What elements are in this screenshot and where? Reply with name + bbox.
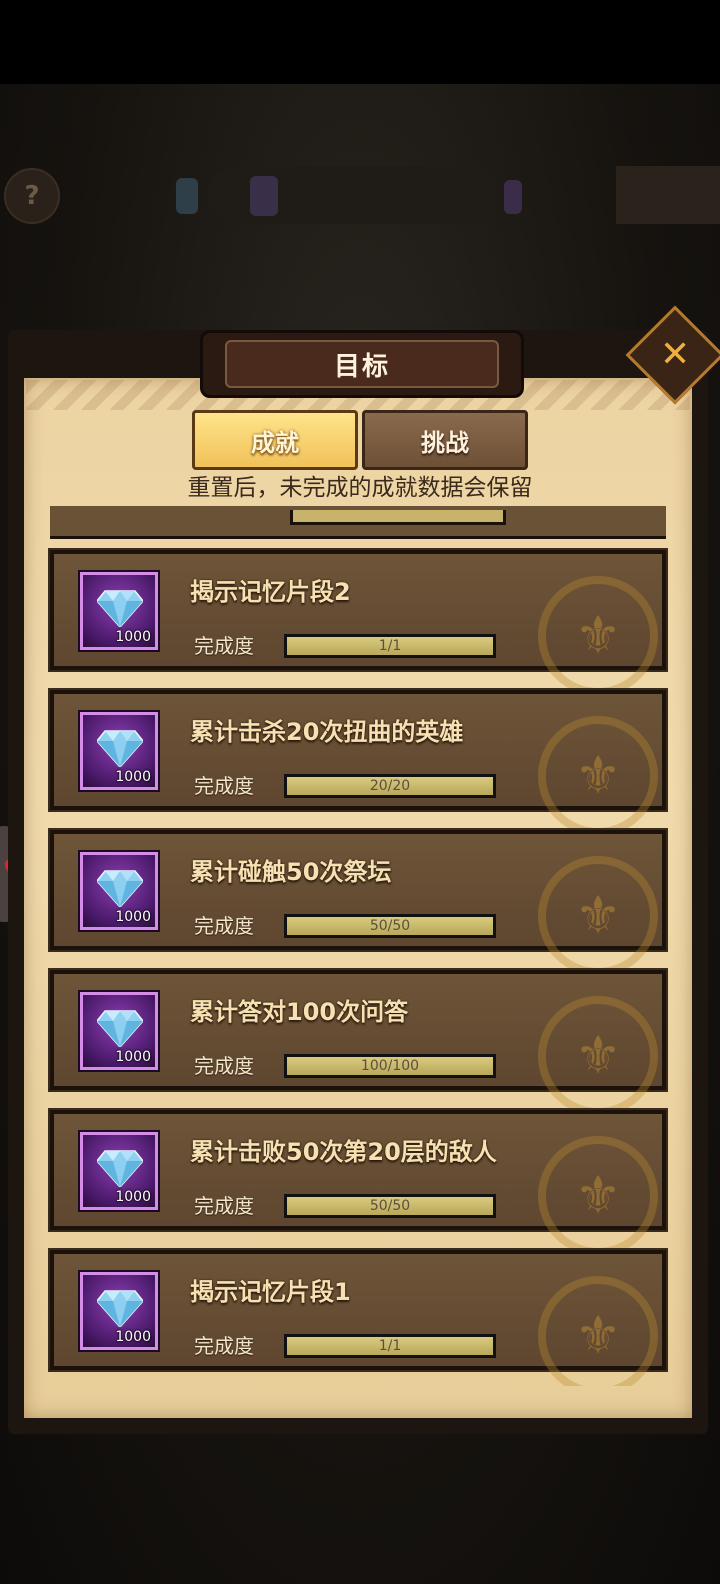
achievement-card[interactable]: ⚜ 1000 揭示记忆片段1 完成度 1/1: [50, 1250, 666, 1386]
progress-bar: 50/50: [284, 1194, 496, 1218]
background-gem-icon: [176, 178, 198, 214]
progress-bar: 50/50: [284, 914, 496, 938]
achievement-title: 揭示记忆片段2: [190, 578, 351, 606]
dialog-title: 目标: [333, 351, 390, 382]
reward-slot[interactable]: 1000: [78, 990, 160, 1072]
emblem-icon: ⚜: [538, 1276, 658, 1386]
emblem-icon: ⚜: [538, 576, 658, 696]
reward-slot[interactable]: 1000: [78, 1130, 160, 1212]
dialog-title-plate: 目标: [200, 330, 524, 398]
achievement-title: 累计答对100次问答: [190, 998, 409, 1026]
achievement-card[interactable]: ⚜ 1000 累计碰触50次祭坛 完成度 50/50: [50, 830, 666, 976]
emblem-icon: ⚜: [538, 1136, 658, 1256]
progress-bar: [290, 510, 506, 525]
diamond-icon: [96, 1289, 144, 1329]
achievement-card[interactable]: ⚜ 1000 揭示记忆片段2 完成度 1/1: [50, 550, 666, 696]
tab-challenges[interactable]: 挑战: [362, 410, 528, 470]
emblem-icon: ⚜: [538, 856, 658, 976]
progress-text: 50/50: [369, 1198, 411, 1214]
tab-label: 成就: [251, 428, 299, 457]
achievement-title: 揭示记忆片段1: [190, 1278, 351, 1306]
achievement-list[interactable]: ⚜ 1000 揭示记忆片段2 完成度 1/1 ⚜ 1000 累计击杀20次扭曲的…: [40, 506, 680, 1386]
emblem-icon: ⚜: [538, 716, 658, 836]
achievement-title: 累计击杀20次扭曲的英雄: [190, 718, 464, 746]
progress-label: 完成度: [194, 914, 254, 938]
diamond-icon: [96, 1009, 144, 1049]
progress-text: 50/50: [369, 918, 411, 934]
tab-label: 挑战: [421, 428, 469, 457]
list-item-partial: [50, 506, 666, 539]
diamond-icon: [96, 589, 144, 629]
reward-count: 1000: [115, 1189, 151, 1205]
achievement-title: 累计击败50次第20层的敌人: [190, 1138, 497, 1166]
reset-notice: 重置后，未完成的成就数据会保留: [187, 475, 533, 501]
reward-slot[interactable]: 1000: [78, 570, 160, 652]
reward-count: 1000: [115, 629, 151, 645]
progress-label: 完成度: [194, 634, 254, 658]
progress-text: 1/1: [378, 638, 402, 654]
diamond-icon: [96, 869, 144, 909]
reward-slot[interactable]: 1000: [78, 850, 160, 932]
reward-slot[interactable]: 1000: [78, 710, 160, 792]
reward-count: 1000: [115, 1049, 151, 1065]
progress-label: 完成度: [194, 774, 254, 798]
tab-achievements[interactable]: 成就: [192, 410, 358, 470]
reward-count: 1000: [115, 909, 151, 925]
progress-label: 完成度: [194, 1334, 254, 1358]
progress-bar: 20/20: [284, 774, 496, 798]
achievement-card[interactable]: ⚜ 1000 累计击败50次第20层的敌人 完成度 50/50: [50, 1110, 666, 1256]
reward-slot[interactable]: 1000: [78, 1270, 160, 1352]
status-bar: [0, 0, 720, 84]
progress-text: 1/1: [378, 1338, 402, 1354]
diamond-icon: [96, 729, 144, 769]
help-icon: ?: [4, 168, 60, 224]
background-crystal-icon: [250, 176, 278, 216]
progress-bar: 1/1: [284, 1334, 496, 1358]
diamond-icon: [96, 1149, 144, 1189]
progress-text: 20/20: [369, 778, 411, 794]
progress-bar: 1/1: [284, 634, 496, 658]
emblem-icon: ⚜: [538, 996, 658, 1116]
progress-bar: 100/100: [284, 1054, 496, 1078]
close-icon: ✕: [659, 333, 691, 375]
progress-label: 完成度: [194, 1194, 254, 1218]
reward-count: 1000: [115, 769, 151, 785]
progress-text: 100/100: [360, 1058, 420, 1074]
achievement-title: 累计碰触50次祭坛: [190, 858, 392, 886]
achievement-card[interactable]: ⚜ 1000 累计击杀20次扭曲的英雄 完成度 20/20: [50, 690, 666, 836]
reward-count: 1000: [115, 1329, 151, 1345]
background-tag: [616, 166, 720, 224]
background-crystal-icon: [504, 180, 522, 214]
achievement-card[interactable]: ⚜ 1000 累计答对100次问答 完成度 100/100: [50, 970, 666, 1116]
progress-label: 完成度: [194, 1054, 254, 1078]
